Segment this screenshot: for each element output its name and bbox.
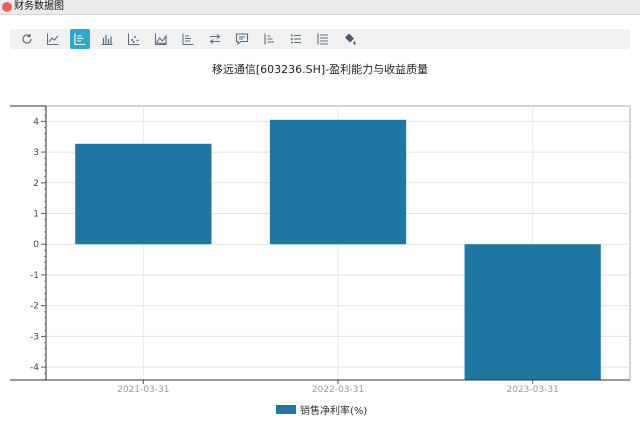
x-tick-label: 2023-03-31 bbox=[507, 385, 559, 395]
x-tick-label: 2022-03-31 bbox=[312, 385, 364, 395]
y-tick-label: -2 bbox=[30, 302, 39, 312]
y-tick-label: 1 bbox=[33, 210, 39, 220]
x-tick-label: 2021-03-31 bbox=[117, 385, 169, 395]
y-tick-label: 0 bbox=[33, 240, 39, 250]
bar bbox=[269, 119, 407, 245]
legend-label: 销售净利率(%) bbox=[300, 405, 368, 417]
y-tick-label: 3 bbox=[33, 148, 39, 158]
bar-chart: -4 -3 -2 -1 0 1 2 3 4 2021-03-31 2022-03-31 2023-03… bbox=[10, 105, 631, 395]
y-tick-label: -4 bbox=[30, 363, 39, 373]
y-tick-label: 4 bbox=[33, 117, 39, 127]
y-tick-label: 2 bbox=[33, 179, 39, 189]
chart-legend[interactable]: 销售净利率(%) bbox=[276, 402, 368, 417]
y-tick-label: -1 bbox=[30, 271, 39, 281]
y-tick-label: -3 bbox=[30, 332, 39, 342]
bar bbox=[75, 143, 212, 245]
legend-swatch bbox=[276, 404, 296, 414]
bar bbox=[464, 244, 601, 380]
